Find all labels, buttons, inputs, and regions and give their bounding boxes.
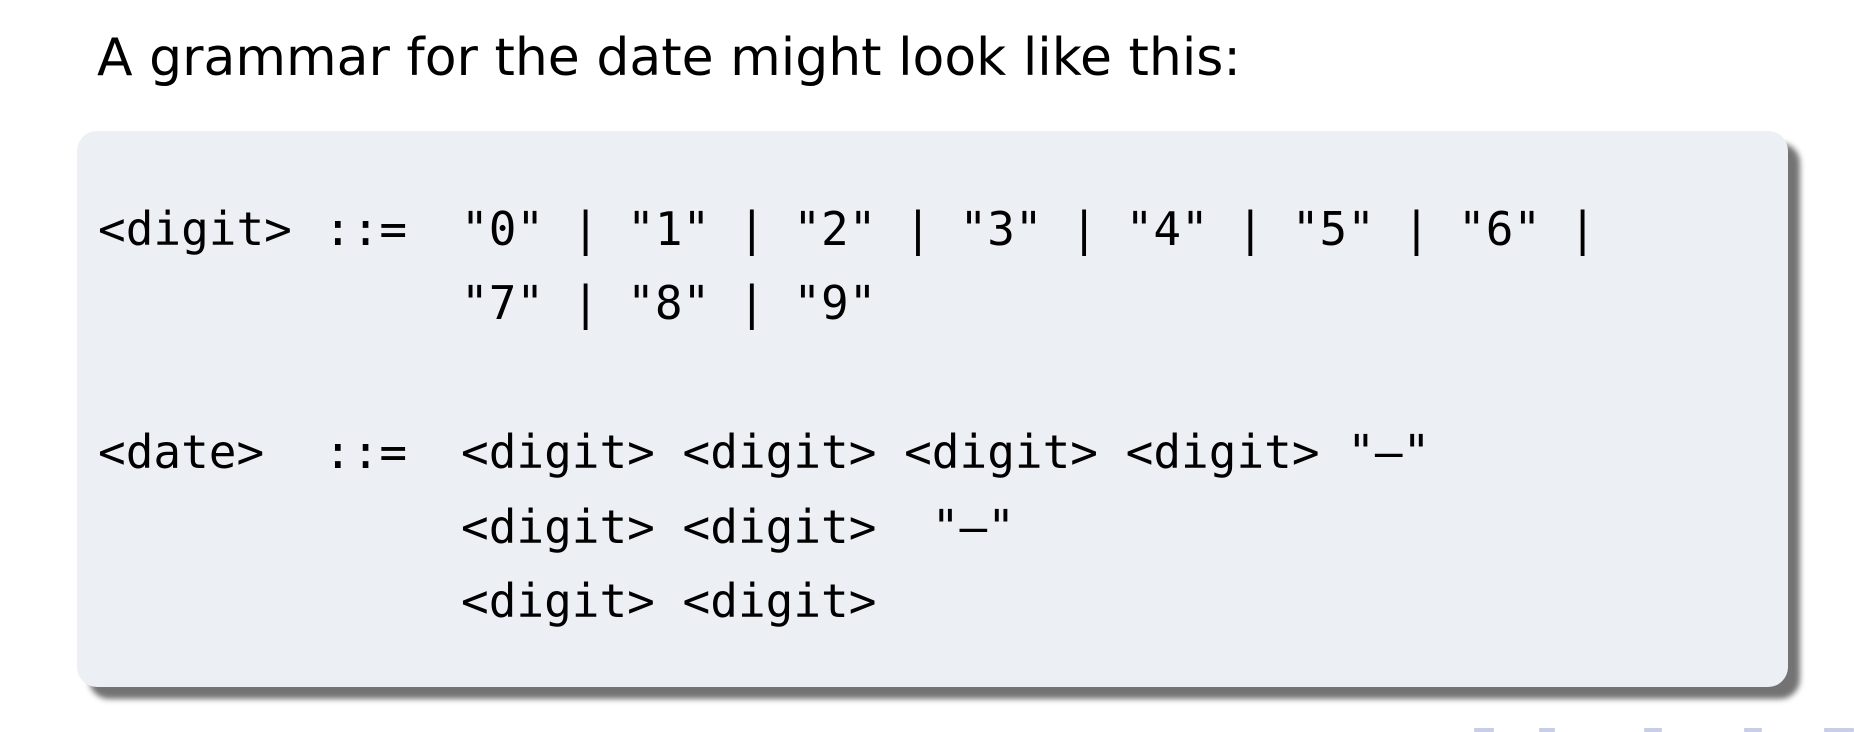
nav-subsection-icon[interactable]	[1644, 728, 1662, 732]
date-rule-operator: ::=	[324, 425, 408, 479]
digit-rule-lhs: <digit>	[98, 202, 292, 256]
intro-heading: A grammar for the date might look like t…	[97, 28, 1241, 88]
date-rule-line-1: <digit> <digit> <digit> <digit> "—"	[461, 425, 1431, 479]
slide-navigation-bar	[1354, 724, 1854, 732]
nav-frame-icon[interactable]	[1539, 728, 1555, 732]
digit-rule-operator: ::=	[324, 202, 408, 256]
date-rule-line-3: <digit> <digit>	[461, 574, 877, 628]
nav-frame-back-icon[interactable]	[1474, 728, 1494, 732]
nav-section-icon[interactable]	[1744, 728, 1762, 732]
grammar-code-block: <digit> ::= "0" | "1" | "2" | "3" | "4" …	[77, 131, 1788, 687]
nav-search-icon[interactable]	[1824, 728, 1854, 732]
date-rule-lhs: <date>	[98, 425, 265, 479]
date-rule-line-2: <digit> <digit> "—"	[461, 500, 1015, 554]
digit-rule-alternatives-line-2: "7" | "8" | "9"	[461, 276, 877, 330]
digit-rule-alternatives-line-1: "0" | "1" | "2" | "3" | "4" | "5" | "6" …	[461, 202, 1597, 256]
